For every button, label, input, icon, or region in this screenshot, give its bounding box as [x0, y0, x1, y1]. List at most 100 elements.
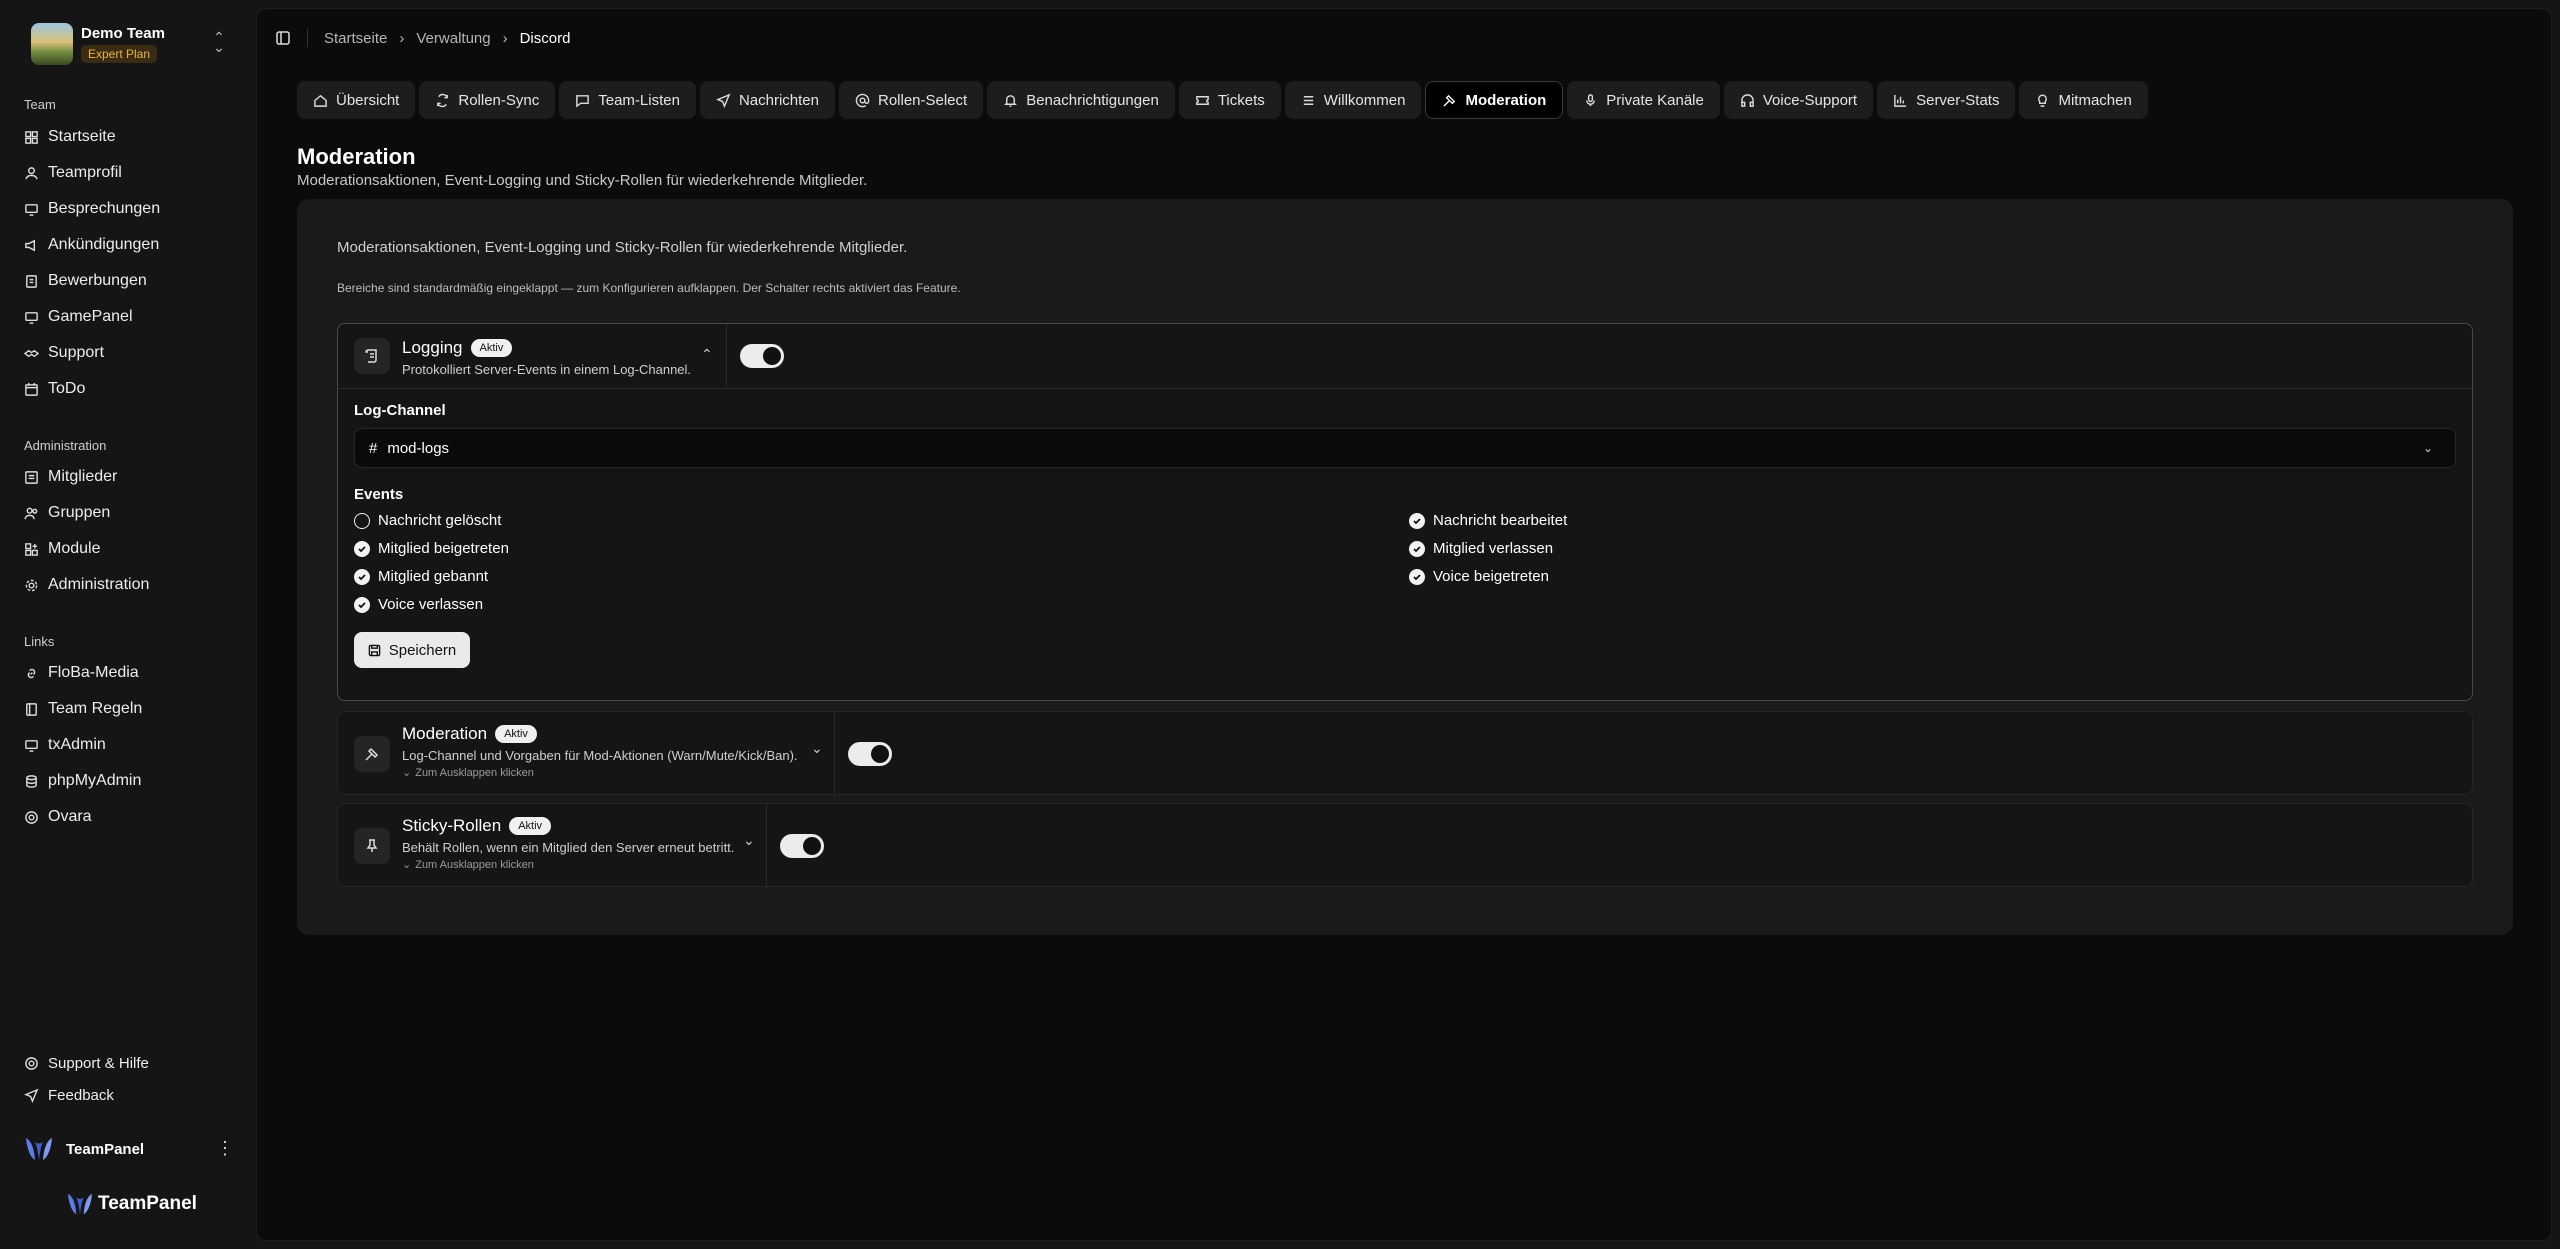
sidebar-item-label: Administration	[48, 576, 150, 593]
sidebar-item-mitglieder[interactable]: Mitglieder	[24, 462, 234, 492]
sidebar-item-todo[interactable]: ToDo	[24, 374, 234, 404]
sidebar-item-startseite[interactable]: Startseite	[24, 122, 234, 152]
sidebar-item-gamepanel[interactable]: GamePanel	[24, 302, 234, 332]
logging-toggle[interactable]	[740, 344, 784, 368]
main-content: Startseite › Verwaltung › Discord Übersi…	[256, 8, 2552, 1241]
sidebar-item-module[interactable]: Module	[24, 534, 234, 564]
sidebar-item-txadmin[interactable]: txAdmin	[24, 730, 234, 760]
ticket-icon	[1195, 95, 1209, 105]
team-switcher[interactable]: Demo Team Expert Plan ⌃ ⌄	[22, 20, 226, 68]
breadcrumb-startseite[interactable]: Startseite	[324, 30, 387, 47]
moderation-title-text: Moderation	[402, 724, 488, 743]
event-mitglied-verlassen[interactable]: Mitglied verlassen	[1409, 540, 1553, 557]
link-icon	[27, 668, 36, 678]
scroll-icon	[365, 349, 377, 363]
event-voice-beigetreten[interactable]: Voice beigetreten	[1409, 568, 1549, 585]
sidebar-item-gruppen[interactable]: Gruppen	[24, 498, 234, 528]
sidebar-toggle-icon[interactable]	[275, 30, 291, 46]
breadcrumb-verwaltung[interactable]: Verwaltung	[416, 30, 490, 47]
feedback-link[interactable]: Feedback	[24, 1080, 234, 1110]
tab-tickets[interactable]: Tickets	[1178, 81, 1281, 119]
sidebar-item-teamprofil[interactable]: Teamprofil	[24, 158, 234, 188]
moderation-toggle[interactable]	[848, 742, 892, 766]
logging-title[interactable]: Logging Aktiv	[402, 338, 513, 358]
moderation-card[interactable]: Moderation Aktiv Log-Channel und Vorgabe…	[337, 711, 2473, 796]
chevron-up-icon[interactable]: ⌃	[701, 346, 713, 363]
user-icon	[25, 166, 38, 179]
sticky-toggle[interactable]	[780, 834, 824, 858]
chevron-down-icon[interactable]: ⌄	[743, 832, 755, 849]
sidebar-item-ovara[interactable]: Ovara	[24, 802, 234, 832]
event-label: Nachricht gelöscht	[378, 512, 502, 529]
log-channel-label: Log-Channel	[354, 402, 446, 419]
sidebar-item-team-regeln[interactable]: Team Regeln	[24, 694, 234, 724]
check-icon[interactable]	[354, 568, 370, 585]
sidebar-item-label: Startseite	[48, 128, 116, 145]
bell-icon	[1004, 94, 1018, 107]
user-menu[interactable]: TeamPanel ⋮	[24, 1134, 234, 1164]
tab-label: Mitmachen	[2058, 91, 2132, 109]
status-badge: Aktiv	[509, 817, 552, 835]
tab-voice-support[interactable]: Voice-Support	[1723, 81, 1874, 119]
document-icon	[26, 274, 37, 288]
check-icon[interactable]	[354, 596, 370, 613]
tab-server-stats[interactable]: Server-Stats	[1877, 81, 2016, 119]
breadcrumb-current: Discord	[519, 29, 571, 47]
logging-card-icon-box	[354, 338, 390, 374]
panel-description: Moderationsaktionen, Event-Logging und S…	[337, 239, 908, 256]
chevron-down-icon[interactable]: ⌄	[811, 740, 823, 757]
pin-icon	[366, 839, 378, 852]
check-icon[interactable]	[1409, 512, 1425, 529]
tab-moderation[interactable]: Moderation	[1425, 81, 1564, 119]
event-label: Mitglied gebannt	[378, 568, 489, 585]
megaphone-icon	[25, 239, 36, 251]
sidebar-item-phpmyadmin[interactable]: phpMyAdmin	[24, 766, 234, 796]
section-title-team: Team	[24, 97, 56, 112]
log-channel-select[interactable]: # mod-logs ⌄	[354, 428, 2456, 468]
sidebar-item-administration[interactable]: Administration	[24, 570, 234, 600]
events-label: Events	[354, 486, 404, 503]
event-mitglied-beigetreten[interactable]: Mitglied beigetreten	[354, 540, 509, 557]
checkbox-unchecked[interactable]	[354, 512, 370, 529]
expand-hint[interactable]: ⌄ Zum Ausklappen klicken	[402, 858, 534, 872]
brand-logo: TeamPanel	[66, 1192, 197, 1216]
tab-mitmachen[interactable]: Mitmachen	[2019, 81, 2148, 119]
event-nachricht-geloescht[interactable]: Nachricht gelöscht	[354, 512, 501, 529]
divider	[834, 712, 835, 796]
tab-rollen-select[interactable]: Rollen-Select	[838, 81, 984, 119]
expand-hint[interactable]: ⌄ Zum Ausklappen klicken	[402, 766, 534, 780]
moderation-title[interactable]: Moderation Aktiv	[402, 724, 537, 744]
tab-benachrichtigungen[interactable]: Benachrichtigungen	[987, 81, 1175, 119]
chevron-up-down-icon[interactable]: ⌃ ⌄	[212, 30, 226, 54]
team-logo	[31, 23, 73, 65]
tab-private-kanaele[interactable]: Private Kanäle	[1567, 81, 1720, 119]
tab-willkommen[interactable]: Willkommen	[1284, 81, 1422, 119]
expand-hint-text: Zum Ausklappen klicken	[415, 858, 534, 871]
sidebar-item-support[interactable]: Support	[24, 338, 234, 368]
check-icon[interactable]	[1409, 540, 1425, 557]
sidebar-item-label: Gruppen	[48, 504, 111, 521]
sidebar-item-besprechungen[interactable]: Besprechungen	[24, 194, 234, 224]
status-badge: Aktiv	[470, 339, 513, 357]
sidebar-item-bewerbungen[interactable]: Bewerbungen	[24, 266, 234, 296]
save-button[interactable]: Speichern	[354, 632, 470, 668]
support-hilfe-link[interactable]: Support & Hilfe	[24, 1048, 234, 1078]
tab-nachrichten[interactable]: Nachrichten	[699, 81, 835, 119]
sticky-card-icon-box	[354, 828, 390, 864]
tab-uebersicht[interactable]: Übersicht	[297, 81, 416, 119]
check-icon[interactable]	[354, 540, 370, 557]
more-vertical-icon[interactable]: ⋮	[216, 1138, 234, 1158]
sidebar-item-floba-media[interactable]: FloBa-Media	[24, 658, 234, 688]
event-voice-verlassen[interactable]: Voice verlassen	[354, 596, 483, 613]
tab-team-listen[interactable]: Team-Listen	[559, 81, 696, 119]
sidebar-item-label: Module	[48, 540, 101, 557]
check-icon[interactable]	[1409, 568, 1425, 585]
message-square-icon	[576, 94, 590, 108]
event-nachricht-bearbeitet[interactable]: Nachricht bearbeitet	[1409, 512, 1567, 529]
tab-rollen-sync[interactable]: Rollen-Sync	[419, 81, 556, 119]
sidebar-item-ankuendigungen[interactable]: Ankündigungen	[24, 230, 234, 260]
sidebar-item-label: Support	[48, 344, 105, 361]
event-mitglied-gebannt[interactable]: Mitglied gebannt	[354, 568, 488, 585]
sticky-rollen-card[interactable]: Sticky-Rollen Aktiv Behält Rollen, wenn …	[337, 803, 2473, 888]
sticky-title[interactable]: Sticky-Rollen Aktiv	[402, 816, 552, 836]
